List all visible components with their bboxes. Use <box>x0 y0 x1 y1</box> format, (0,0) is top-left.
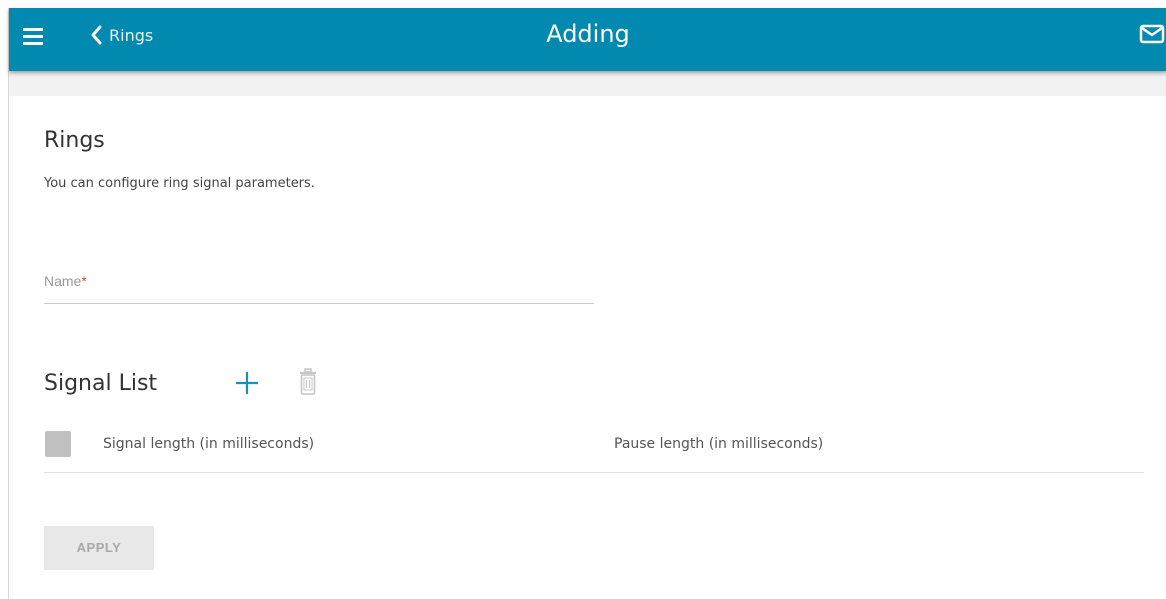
sub-header-bar <box>9 71 1166 96</box>
column-header-pause-length: Pause length (in milliseconds) <box>614 436 824 452</box>
add-signal-button[interactable] <box>234 370 260 396</box>
plus-icon <box>236 372 258 394</box>
select-all-checkbox[interactable] <box>45 431 71 457</box>
page-frame: Rings Adding Rings You can configure rin… <box>8 8 1166 599</box>
top-bar: Rings Adding <box>9 8 1166 71</box>
back-label: Rings <box>109 25 154 45</box>
menu-icon <box>23 28 43 45</box>
notifications-button[interactable] <box>1139 22 1166 48</box>
name-field[interactable]: Name* <box>44 263 598 305</box>
column-header-signal-length: Signal length (in milliseconds) <box>103 436 315 452</box>
signal-list-title: Signal List <box>44 371 158 396</box>
menu-button[interactable] <box>21 24 47 50</box>
back-button[interactable]: Rings <box>89 20 153 50</box>
mail-icon <box>1139 24 1165 44</box>
chevron-left-icon <box>91 25 102 45</box>
delete-signal-button[interactable] <box>298 367 318 397</box>
signal-table-header: Signal length (in milliseconds) Pause le… <box>44 428 1144 473</box>
page-title: Adding <box>546 20 630 48</box>
trash-icon <box>300 368 316 395</box>
section-title: Rings <box>44 128 105 153</box>
apply-button[interactable]: APPLY <box>44 526 154 570</box>
name-input[interactable] <box>44 263 598 305</box>
section-description: You can configure ring signal parameters… <box>44 176 315 191</box>
